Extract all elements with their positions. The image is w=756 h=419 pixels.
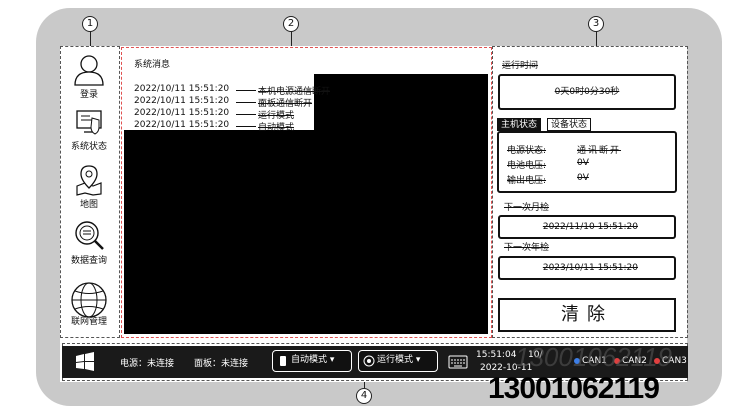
message-text: 自动模式 [258,123,295,133]
message-arrow [236,90,256,91]
data-query-icon [75,221,104,250]
runtime-box: 0天0时0分30秒 [498,74,676,110]
power-status-label: 电源状态: [507,146,547,156]
sidebar-label-map: 地图 [79,200,98,210]
message-time: 2022/10/11 15:51:20 [134,84,230,94]
sidebar-item-data-query[interactable]: 数据查询 [60,218,118,266]
message-time: 2022/10/11 15:51:20 [134,96,230,106]
battery-voltage-label: 电池电压: [507,161,547,171]
next-yearly-check-box: 2023/10/11 15:51:20 [498,256,676,280]
user-icon [74,55,104,86]
watermark-phone: 13001062119 [488,372,660,405]
message-arrow [236,102,256,103]
next-monthly-check-value: 2022/11/10 15:51:20 [542,222,638,232]
windows-start-icon[interactable] [74,352,96,372]
callout-1: 1 [82,16,98,32]
clock-time: 15:51:04 [476,350,517,360]
system-status-icon [76,110,102,135]
run-mode-dropdown[interactable]: 运行模式 ▾ [358,350,438,372]
auto-mode-icon [280,356,286,366]
run-mode-label: 运行模式 [377,355,414,365]
auto-mode-dropdown[interactable]: 自动模式 ▾ [272,350,352,372]
callout-2: 2 [283,16,299,32]
auto-mode-label: 自动模式 [291,355,328,365]
chevron-down-icon: ▾ [329,355,335,365]
message-time: 2022/10/11 15:51:20 [134,108,230,118]
system-message-title: 系统消息 [124,52,488,74]
battery-voltage-value: 0V [577,158,589,168]
host-status-box: 电源状态: 通讯断开 电池电压: 0V 输出电压: 0V [497,131,677,193]
sidebar: 登录 系统状态 地图 数据查询 联网管理 [60,46,118,338]
sidebar-item-network[interactable]: 联网管理 [60,280,118,327]
watermark-phone-ghost: 13001062119 [515,342,673,372]
sidebar-label-login: 登录 [79,90,98,100]
sidebar-label-network: 联网管理 [70,317,107,327]
callout-1-line [90,31,91,47]
message-arrow [236,114,256,115]
runtime-label: 运行时间 [502,61,539,71]
runtime-value: 0天0时0分30秒 [554,87,620,97]
next-monthly-check-label: 下一次月检 [504,203,550,213]
message-arrow [236,126,256,127]
tab-device-status[interactable]: 设备状态 [547,118,592,131]
power-connection-status: 电源：未连接 [120,359,175,369]
sidebar-item-map[interactable]: 地图 [60,164,118,210]
tab-host-status[interactable]: 主机状态 [497,118,542,131]
callout-3: 3 [588,16,604,32]
sidebar-label-data-query: 数据查询 [70,256,107,266]
sidebar-label-system-status: 系统状态 [70,142,107,152]
output-voltage-label: 输出电压: [507,176,547,186]
next-yearly-check-label: 下一次年检 [504,243,550,253]
sidebar-item-login[interactable]: 登录 [60,52,118,100]
panel-connection-status: 面板：未连接 [194,359,249,369]
run-mode-icon [363,355,375,367]
chevron-down-icon: ▾ [415,355,421,365]
callout-4: 4 [356,388,372,404]
clear-button[interactable]: 清除 [498,298,676,332]
message-time: 2022/10/11 15:51:20 [134,120,230,130]
power-status-value: 通讯断开 [577,146,622,156]
output-voltage-value: 0V [577,173,589,183]
next-monthly-check-box: 2022/11/10 15:51:20 [498,215,676,239]
sidebar-item-system-status[interactable]: 系统状态 [60,108,118,152]
next-yearly-check-value: 2023/10/11 15:51:20 [542,263,638,273]
keyboard-icon[interactable] [448,355,468,369]
map-icon [76,165,102,196]
